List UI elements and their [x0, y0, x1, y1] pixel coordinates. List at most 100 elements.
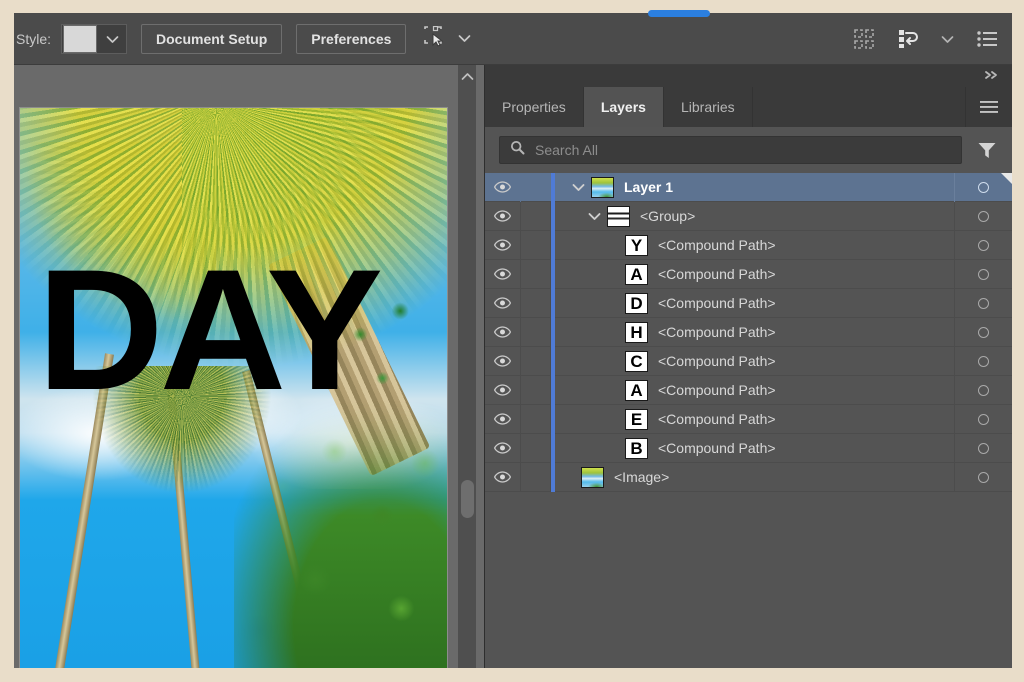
layer-row[interactable]: B <Compound Path>: [485, 433, 1012, 463]
target-circle-icon[interactable]: [954, 317, 1012, 347]
layer-row-content[interactable]: A <Compound Path>: [555, 260, 954, 289]
page-root: Style: Document Setup Preferences DAY Pr…: [0, 0, 1024, 682]
illustrator-window: Style: Document Setup Preferences DAY Pr…: [14, 13, 1012, 668]
layer-lock-cell[interactable]: [521, 288, 551, 318]
search-input[interactable]: Search All: [499, 136, 962, 164]
eye-icon[interactable]: [485, 288, 521, 318]
tab-properties[interactable]: Properties: [485, 87, 584, 127]
target-circle-icon[interactable]: [954, 259, 1012, 289]
layer-lock-cell[interactable]: [521, 433, 551, 463]
chevron-down-icon[interactable]: [98, 25, 126, 53]
target-circle-icon[interactable]: [954, 346, 1012, 376]
layer-row-content[interactable]: Y <Compound Path>: [555, 231, 954, 260]
layer-row-label: Layer 1: [624, 179, 674, 195]
target-circle-icon[interactable]: [954, 462, 1012, 492]
layer-thumbnail-glyph: D: [625, 292, 648, 314]
layer-thumbnail-glyph: E: [625, 408, 648, 430]
layer-row-content[interactable]: B <Compound Path>: [555, 434, 954, 463]
layer-lock-cell[interactable]: [521, 462, 551, 492]
layer-lock-cell[interactable]: [521, 346, 551, 376]
document-setup-button[interactable]: Document Setup: [141, 24, 283, 54]
layer-row-content[interactable]: C <Compound Path>: [555, 347, 954, 376]
target-circle-glyph: [978, 181, 989, 193]
layer-row-content[interactable]: H <Compound Path>: [555, 318, 954, 347]
preferences-button[interactable]: Preferences: [296, 24, 407, 54]
layer-row[interactable]: E <Compound Path>: [485, 404, 1012, 434]
layer-lock-cell[interactable]: [521, 230, 551, 260]
layers-list[interactable]: Layer 1 <Group> Y <Compound Path> A <Compound…: [485, 173, 1012, 668]
style-label: Style:: [16, 31, 52, 47]
target-circle-icon[interactable]: [954, 433, 1012, 463]
double-chevron-right-icon[interactable]: [984, 67, 1000, 85]
layer-row-content[interactable]: <Image>: [555, 463, 954, 492]
eye-icon[interactable]: [485, 375, 521, 405]
tab-layers[interactable]: Layers: [583, 87, 664, 127]
style-swatch[interactable]: [63, 25, 98, 53]
layer-row[interactable]: <Image>: [485, 462, 1012, 492]
vertical-scroll-thumb[interactable]: [461, 480, 474, 518]
layer-row-content[interactable]: D <Compound Path>: [555, 289, 954, 318]
layer-thumbnail-glyph: Y: [625, 234, 648, 256]
layer-row[interactable]: Layer 1: [485, 173, 1012, 202]
chevron-down-icon[interactable]: [565, 183, 591, 192]
align-tool-group[interactable]: [422, 24, 473, 54]
eye-icon[interactable]: [485, 404, 521, 434]
layer-row-content[interactable]: E <Compound Path>: [555, 405, 954, 434]
layer-row[interactable]: A <Compound Path>: [485, 259, 1012, 289]
layer-lock-cell[interactable]: [521, 375, 551, 405]
target-circle-icon[interactable]: [954, 404, 1012, 434]
top-accent-bar: [648, 10, 710, 17]
layer-lock-cell[interactable]: [521, 173, 551, 202]
target-circle-glyph: [978, 326, 989, 338]
layer-row-content[interactable]: <Group>: [555, 202, 954, 231]
control-bar: Style: Document Setup Preferences: [14, 13, 1012, 65]
target-circle-glyph: [978, 384, 989, 396]
layer-row[interactable]: D <Compound Path>: [485, 288, 1012, 318]
target-circle-icon[interactable]: [954, 201, 1012, 231]
layer-row[interactable]: Y <Compound Path>: [485, 230, 1012, 260]
panel-menu-icon[interactable]: [966, 87, 1012, 127]
eye-icon[interactable]: [485, 173, 521, 202]
panel-list-icon[interactable]: [976, 29, 998, 49]
selection-indicator: [1001, 173, 1012, 184]
layer-lock-cell[interactable]: [521, 259, 551, 289]
layer-row[interactable]: C <Compound Path>: [485, 346, 1012, 376]
chevron-up-icon[interactable]: [458, 67, 476, 85]
target-circle-icon[interactable]: [954, 288, 1012, 318]
chevron-down-icon[interactable]: [458, 30, 471, 48]
dock-collapse-bar[interactable]: [485, 65, 1012, 87]
layer-row[interactable]: H <Compound Path>: [485, 317, 1012, 347]
layer-lock-cell[interactable]: [521, 317, 551, 347]
align-selection-icon[interactable]: [424, 25, 448, 52]
layer-row-label: <Compound Path>: [658, 353, 776, 369]
layer-row[interactable]: A <Compound Path>: [485, 375, 1012, 405]
canvas-vertical-scrollbar[interactable]: [458, 65, 476, 668]
layer-lock-cell[interactable]: [521, 201, 551, 231]
eye-icon[interactable]: [485, 230, 521, 260]
workspace-switcher-icon[interactable]: [897, 28, 919, 50]
document-canvas[interactable]: DAY: [14, 65, 484, 668]
layer-thumbnail-glyph: H: [625, 321, 648, 343]
chevron-down-icon[interactable]: [941, 35, 954, 44]
eye-icon[interactable]: [485, 201, 521, 231]
style-swatch-control[interactable]: [61, 24, 128, 54]
layer-row[interactable]: <Group>: [485, 201, 1012, 231]
artboard[interactable]: DAY: [20, 108, 447, 668]
eye-icon[interactable]: [485, 259, 521, 289]
eye-icon[interactable]: [485, 433, 521, 463]
arrange-documents-icon[interactable]: [853, 28, 875, 50]
filter-funnel-icon[interactable]: [972, 136, 1002, 164]
layer-row-content[interactable]: A <Compound Path>: [555, 376, 954, 405]
chevron-down-icon[interactable]: [581, 212, 607, 221]
artwork-headline-text[interactable]: DAY: [37, 244, 447, 416]
layer-row-content[interactable]: Layer 1: [555, 173, 954, 202]
eye-icon[interactable]: [485, 317, 521, 347]
eye-icon[interactable]: [485, 462, 521, 492]
layer-lock-cell[interactable]: [521, 404, 551, 434]
target-circle-icon[interactable]: [954, 375, 1012, 405]
tab-libraries[interactable]: Libraries: [663, 87, 753, 127]
tab-bar-filler: [752, 87, 966, 127]
eye-icon[interactable]: [485, 346, 521, 376]
target-circle-icon[interactable]: [954, 230, 1012, 260]
search-input-placeholder: Search All: [535, 142, 599, 158]
